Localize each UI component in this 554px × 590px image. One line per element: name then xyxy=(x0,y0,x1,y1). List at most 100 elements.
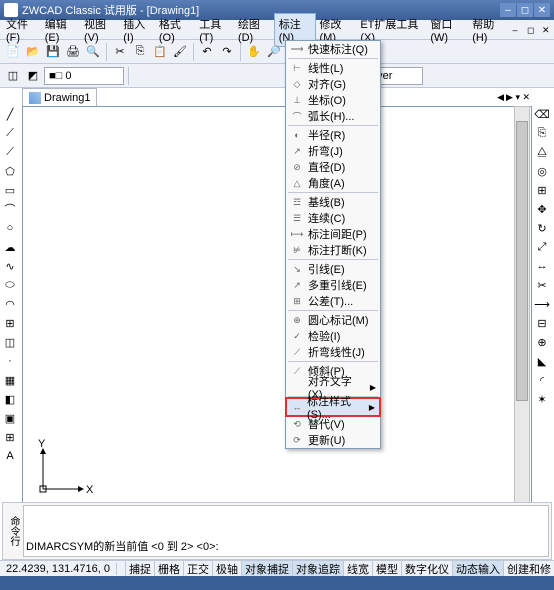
menu-item[interactable]: ✓检验(I) xyxy=(286,328,380,344)
menu-item[interactable]: 插入(I) xyxy=(119,14,155,46)
menu-item[interactable]: ⟶快速标注(Q) xyxy=(286,41,380,57)
save-icon[interactable]: 💾 xyxy=(44,43,62,61)
status-toggle[interactable]: 正交 xyxy=(183,561,212,577)
status-toggle[interactable]: 模型 xyxy=(372,561,401,577)
menu-item[interactable]: 格式(O) xyxy=(155,14,195,46)
menu-item[interactable]: ↔标注样式(S)...▶ xyxy=(287,399,379,415)
move-icon[interactable]: ✥ xyxy=(534,201,550,217)
menu-item[interactable]: 编辑(E) xyxy=(41,14,80,46)
erase-icon[interactable]: ⌫ xyxy=(534,106,550,122)
status-toggle[interactable]: 数字化仪 xyxy=(401,561,452,577)
undo-icon[interactable]: ↶ xyxy=(198,43,216,61)
scale-icon[interactable]: ⤢ xyxy=(534,239,550,255)
menu-item[interactable]: ◇对齐(G) xyxy=(286,76,380,92)
spline-icon[interactable]: ∿ xyxy=(2,258,18,274)
status-toggle[interactable]: 对象追踪 xyxy=(292,561,343,577)
layer-combo[interactable]: ■□ 0 xyxy=(44,67,124,85)
circle-icon[interactable]: ○ xyxy=(2,220,18,236)
ellipse-icon[interactable]: ⬭ xyxy=(2,277,18,293)
status-toggle[interactable]: 栅格 xyxy=(154,561,183,577)
region-icon[interactable]: ▣ xyxy=(2,410,18,426)
drawing-canvas[interactable]: X Y xyxy=(22,106,532,530)
print-icon[interactable]: 🖨 xyxy=(64,43,82,61)
ellipsearc-icon[interactable]: ◠ xyxy=(2,296,18,312)
revcloud-icon[interactable]: ☁ xyxy=(2,239,18,255)
xline-icon[interactable]: ⟋ xyxy=(2,125,18,141)
array-icon[interactable]: ⊞ xyxy=(534,182,550,198)
vertical-scrollbar[interactable] xyxy=(514,106,530,530)
layer-props-icon[interactable]: ◩ xyxy=(24,67,42,85)
menu-item[interactable]: △角度(A) xyxy=(286,175,380,191)
doc-minimize-button[interactable]: – xyxy=(508,23,522,37)
tab-nav-left[interactable]: ◀ xyxy=(497,92,504,103)
fillet-icon[interactable]: ◜ xyxy=(534,372,550,388)
menu-item[interactable]: ⟳更新(U) xyxy=(286,432,380,448)
menu-item[interactable]: 工具(T) xyxy=(195,14,234,46)
menu-item[interactable]: ⊘直径(D) xyxy=(286,159,380,175)
text-icon[interactable]: A xyxy=(2,448,18,464)
doc-close-button[interactable]: ✕ xyxy=(538,23,552,37)
menu-item[interactable]: 帮助(H) xyxy=(468,14,508,46)
redo-icon[interactable]: ↷ xyxy=(218,43,236,61)
status-toggle[interactable]: 对象捕捉 xyxy=(241,561,292,577)
copy-icon[interactable]: ⎘ xyxy=(131,43,149,61)
layer-manager-icon[interactable]: ◫ xyxy=(4,67,22,85)
preview-icon[interactable]: 🔍 xyxy=(84,43,102,61)
offset-icon[interactable]: ◎ xyxy=(534,163,550,179)
line-icon[interactable]: ╱ xyxy=(2,106,18,122)
new-icon[interactable]: 📄 xyxy=(4,43,22,61)
status-toggle[interactable]: 极轴 xyxy=(212,561,241,577)
pan-icon[interactable]: ✋ xyxy=(245,43,263,61)
menu-item[interactable]: ⟋折弯线性(J) xyxy=(286,344,380,360)
menu-item[interactable]: 绘图(D) xyxy=(234,14,274,46)
menu-item[interactable]: ☲基线(B) xyxy=(286,194,380,210)
break-icon[interactable]: ⊟ xyxy=(534,315,550,331)
rect-icon[interactable]: ▭ xyxy=(2,182,18,198)
menu-item[interactable]: ⌒弧长(H)... xyxy=(286,108,380,124)
stretch-icon[interactable]: ↔ xyxy=(534,258,550,274)
menu-item[interactable]: 视图(V) xyxy=(80,14,119,46)
menu-item[interactable]: ⊥坐标(O) xyxy=(286,92,380,108)
chamfer-icon[interactable]: ◣ xyxy=(534,353,550,369)
menu-item[interactable]: ⟲替代(V) xyxy=(286,416,380,432)
polygon-icon[interactable]: ⬠ xyxy=(2,163,18,179)
menu-item[interactable]: 窗口(W) xyxy=(426,14,468,46)
close-button[interactable]: ✕ xyxy=(534,3,550,17)
insert-icon[interactable]: ⊞ xyxy=(2,315,18,331)
menu-item[interactable]: ⊞公差(T)... xyxy=(286,293,380,309)
status-toggle[interactable]: 创建和修 xyxy=(503,561,554,577)
arc-icon[interactable]: ⌒ xyxy=(2,201,18,217)
status-toggle[interactable]: 动态输入 xyxy=(452,561,503,577)
maximize-button[interactable]: ◻ xyxy=(517,3,533,17)
open-icon[interactable]: 📂 xyxy=(24,43,42,61)
paste-icon[interactable]: 📋 xyxy=(151,43,169,61)
mirror-icon[interactable]: ⧋ xyxy=(534,144,550,160)
menu-item[interactable]: ↗折弯(J) xyxy=(286,143,380,159)
extend-icon[interactable]: ⟶ xyxy=(534,296,550,312)
hatch-icon[interactable]: ▦ xyxy=(2,372,18,388)
doc-restore-button[interactable]: ◻ xyxy=(523,23,537,37)
menu-item[interactable]: ⟼标注间距(P) xyxy=(286,226,380,242)
menu-item[interactable]: ◐半径(R) xyxy=(286,127,380,143)
join-icon[interactable]: ⊕ xyxy=(534,334,550,350)
menu-item[interactable]: ↗多重引线(E) xyxy=(286,277,380,293)
menu-item[interactable]: ☰连续(C) xyxy=(286,210,380,226)
rotate-icon[interactable]: ↻ xyxy=(534,220,550,236)
pline-icon[interactable]: ⟋ xyxy=(2,144,18,160)
status-toggle[interactable]: 捕捉 xyxy=(125,561,154,577)
menu-item[interactable]: ⊢线性(L) xyxy=(286,60,380,76)
status-toggle[interactable]: 线宽 xyxy=(343,561,372,577)
copy2-icon[interactable]: ⎘ xyxy=(534,125,550,141)
point-icon[interactable]: · xyxy=(2,353,18,369)
command-input[interactable]: DIMARCSYM的新当前值 <0 到 2> <0>: xyxy=(23,505,549,557)
table-icon[interactable]: ⊞ xyxy=(2,429,18,445)
menu-item[interactable]: ⊭标注打断(K) xyxy=(286,242,380,258)
trim-icon[interactable]: ✂ xyxy=(534,277,550,293)
menu-item[interactable]: 文件(F) xyxy=(2,14,41,46)
match-icon[interactable]: 🖌 xyxy=(171,43,189,61)
gradient-icon[interactable]: ◧ xyxy=(2,391,18,407)
explode-icon[interactable]: ✶ xyxy=(534,391,550,407)
tab-nav-right[interactable]: ▶ ▾ ✕ xyxy=(506,92,530,103)
block-icon[interactable]: ◫ xyxy=(2,334,18,350)
cut-icon[interactable]: ✂ xyxy=(111,43,129,61)
